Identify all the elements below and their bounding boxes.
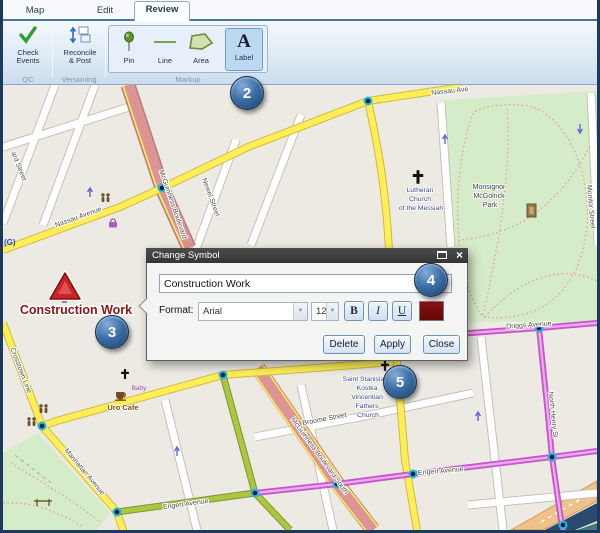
check-icon: [6, 26, 50, 47]
tab-review[interactable]: Review: [134, 1, 190, 21]
tab-map[interactable]: Map: [15, 3, 55, 20]
pin-label: Pin: [124, 56, 135, 65]
poi-lutheran-church: Lutheran Church of the Messiah: [399, 187, 443, 212]
bold-button[interactable]: B: [344, 301, 364, 321]
label-a-icon: A: [226, 32, 262, 52]
subway-g-label: (G): [4, 238, 16, 247]
font-family-select[interactable]: Arial ▼: [198, 302, 308, 321]
check-events-button[interactable]: Check Events: [6, 24, 50, 75]
maximize-icon[interactable]: [437, 251, 447, 259]
group-divider: [52, 25, 53, 77]
poi-uro-cafe: Uro Cafe: [107, 403, 138, 412]
callout-badge-2: 2: [230, 76, 264, 110]
group-label-versioning: Versioning: [53, 75, 105, 85]
check-events-label-2: Events: [17, 56, 40, 65]
coffee-cup-icon: [115, 392, 126, 401]
monument-icon: [527, 204, 536, 217]
format-label: Format:: [159, 305, 193, 316]
pin-tool-button[interactable]: Pin: [112, 28, 146, 71]
group-label-qc: QC: [6, 75, 50, 85]
callout-badge-5: 5: [383, 365, 417, 399]
dialog-titlebar[interactable]: Change Symbol ×: [146, 248, 468, 263]
callout-badge-3: 3: [95, 315, 129, 349]
line-tool-button[interactable]: Line: [148, 28, 182, 71]
reconcile-post-button[interactable]: Reconcile & Post: [55, 24, 105, 75]
chevron-down-icon[interactable]: ▼: [326, 303, 338, 320]
ribbon-tab-bar: Map Edit Review: [3, 0, 597, 21]
italic-button[interactable]: I: [368, 301, 388, 321]
label-label: Label: [235, 53, 253, 62]
close-button[interactable]: Close: [423, 335, 460, 354]
area-label: Area: [193, 56, 209, 65]
font-size-select[interactable]: 12 ▼: [311, 302, 339, 321]
line-icon: [148, 31, 182, 55]
reconcile-label-2: & Post: [69, 56, 91, 65]
pin-icon: [112, 31, 146, 55]
street-label-crosstown: Crosstown Line: [8, 347, 32, 395]
apply-button[interactable]: Apply: [374, 335, 411, 354]
poi-baby: Baby: [132, 385, 148, 392]
markup-tool-panel: Pin Line Area A Label: [108, 25, 268, 73]
application-window: Map Edit Review Check Events Reconcile &…: [0, 0, 600, 533]
reconcile-post-icon: [55, 26, 105, 47]
underline-button[interactable]: U: [392, 301, 412, 321]
delete-button[interactable]: Delete: [323, 335, 365, 354]
change-symbol-dialog: Change Symbol × Format: Arial ▼ 12 ▼ B I…: [146, 248, 468, 361]
ribbon: Check Events Reconcile & Post: [3, 21, 597, 85]
construction-marker[interactable]: [50, 273, 80, 303]
close-icon[interactable]: ×: [456, 248, 463, 262]
area-tool-button[interactable]: Area: [184, 28, 218, 71]
label-text-input[interactable]: [159, 274, 452, 293]
group-divider: [105, 25, 106, 77]
tab-edit[interactable]: Edit: [85, 3, 125, 20]
callout-badge-4: 4: [414, 263, 448, 297]
label-tool-button-selected[interactable]: A Label: [225, 28, 263, 71]
street-label-engert-east: Engert Avenue: [418, 466, 464, 477]
chevron-down-icon[interactable]: ▼: [293, 303, 307, 320]
basket-icon: [109, 219, 117, 228]
font-family-value: Arial: [203, 306, 222, 317]
dialog-title: Change Symbol: [152, 250, 220, 261]
font-color-swatch[interactable]: [419, 301, 444, 321]
area-icon: [184, 31, 218, 55]
line-label: Line: [158, 56, 172, 65]
font-size-value: 12: [316, 306, 327, 317]
